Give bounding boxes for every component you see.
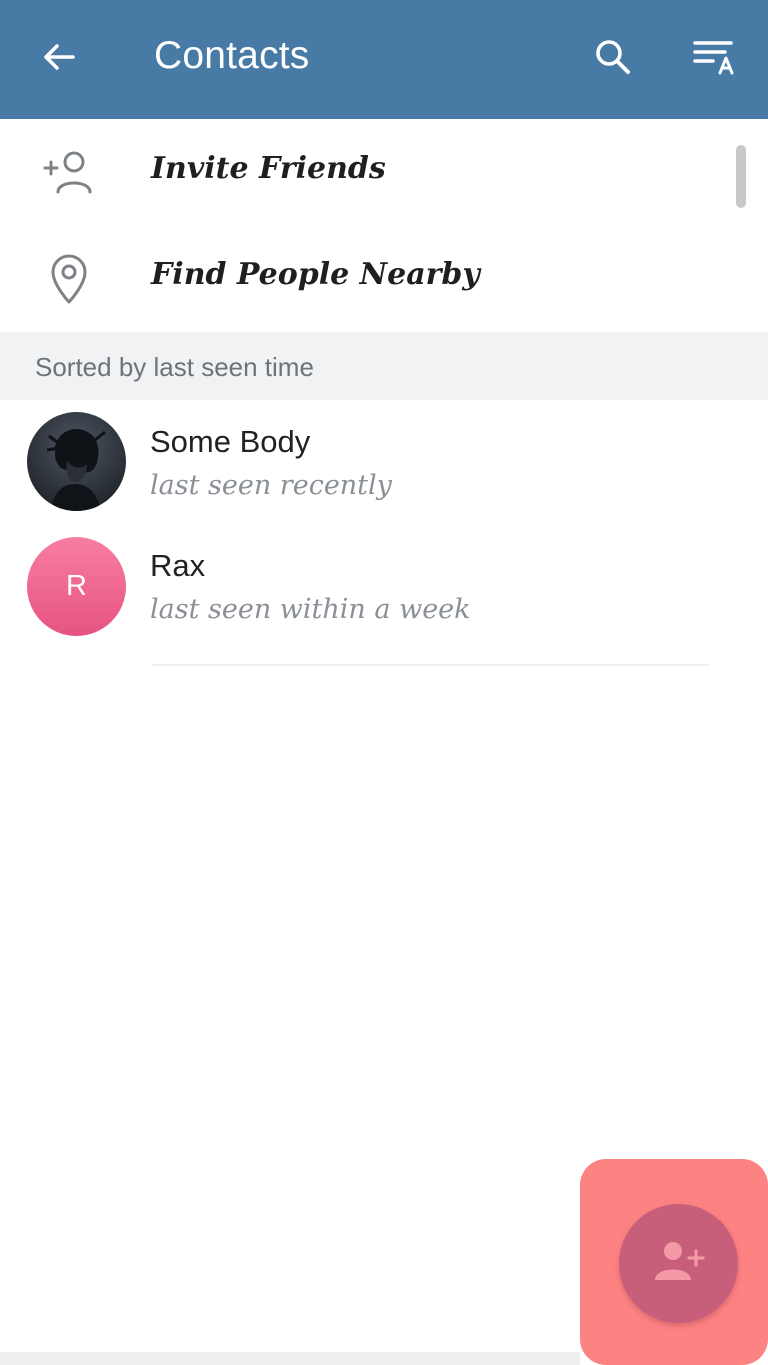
add-contact-icon	[651, 1238, 707, 1289]
arrow-back-icon	[39, 37, 79, 82]
sort-button[interactable]	[686, 30, 744, 88]
contact-name: Rax	[150, 548, 206, 583]
section-header: Sorted by last seen time	[0, 332, 768, 400]
add-contact-button[interactable]	[619, 1204, 738, 1323]
contact-status: last seen recently	[150, 470, 392, 501]
add-person-icon	[40, 144, 98, 202]
location-pin-icon	[40, 250, 98, 308]
find-people-nearby-label: Find People Nearby	[151, 257, 480, 292]
invite-friends-label: Invite Friends	[151, 151, 386, 186]
divider	[152, 664, 709, 666]
avatar: R	[27, 537, 126, 636]
bottom-edge	[0, 1352, 580, 1365]
section-title: Sorted by last seen time	[35, 352, 314, 382]
contact-status: last seen within a week	[150, 594, 471, 625]
back-button[interactable]	[30, 30, 88, 88]
search-icon	[592, 36, 634, 83]
contact-row[interactable]: R Rax last seen within a week	[0, 524, 768, 648]
invite-friends-row[interactable]: Invite Friends	[0, 119, 768, 225]
avatar-initial: R	[27, 537, 126, 636]
scrollbar[interactable]	[736, 145, 746, 208]
contact-row[interactable]: Some Body last seen recently	[0, 400, 768, 524]
avatar	[27, 412, 126, 511]
sort-by-name-icon	[691, 37, 739, 82]
find-people-nearby-row[interactable]: Find People Nearby	[0, 225, 768, 331]
contact-name: Some Body	[150, 424, 311, 459]
contacts-screen: Contacts Invite Friends Find People Near…	[0, 0, 768, 1365]
app-header: Contacts	[0, 0, 768, 119]
page-title: Contacts	[154, 34, 310, 77]
search-button[interactable]	[584, 30, 642, 88]
